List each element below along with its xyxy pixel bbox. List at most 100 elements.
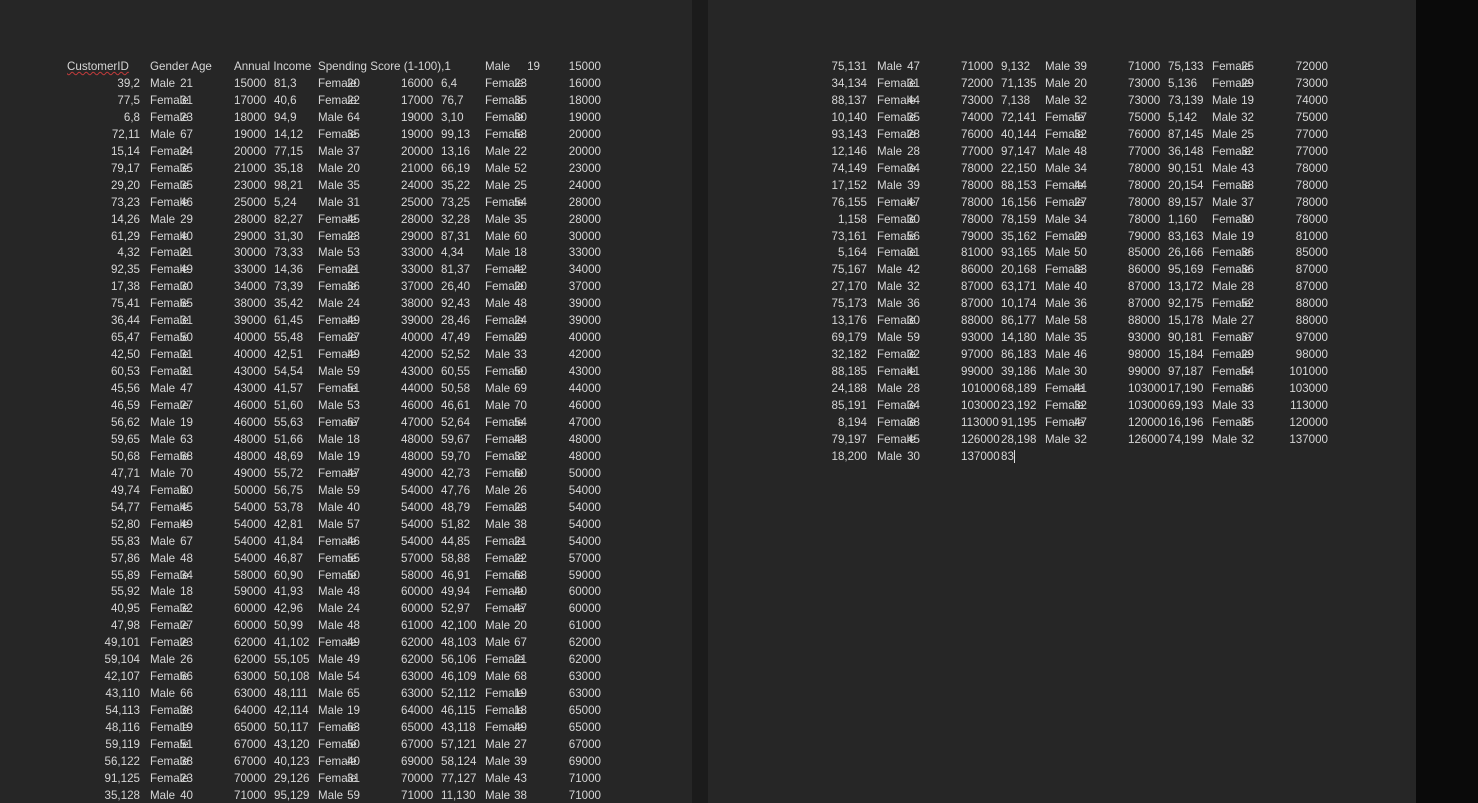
data-cell: 48000 xyxy=(568,432,601,446)
data-cell: 69,179 xyxy=(831,331,867,345)
data-cell: 88000 xyxy=(1295,297,1328,311)
data-cell: 85000 xyxy=(1128,246,1161,260)
data-cell: 28 xyxy=(907,382,920,396)
data-cell: 32 xyxy=(1074,127,1087,141)
data-cell: 40 xyxy=(347,754,360,768)
data-cell: 113000 xyxy=(1290,399,1328,412)
data-cell: 29 xyxy=(1241,348,1254,362)
data-cell: 42000 xyxy=(568,348,601,362)
data-cell: 53 xyxy=(347,246,360,260)
data-cell: Male xyxy=(150,653,176,667)
data-row: 54,77 Female 45 54000 53,78 Male 40 54000 48,79 F… xyxy=(0,499,640,516)
data-cell: Male xyxy=(318,517,344,531)
data-cell: 28 xyxy=(1241,280,1254,294)
data-cell: 50 xyxy=(1074,246,1087,260)
data-cell: 43,120 xyxy=(274,738,310,751)
data-cell: Male xyxy=(1045,280,1071,294)
data-cell: 72,141 xyxy=(1001,110,1037,124)
data-cell: 60,55 xyxy=(441,365,471,379)
data-cell: 30 xyxy=(180,280,193,294)
data-cell: 40,144 xyxy=(1001,127,1037,141)
data-cell: 70000 xyxy=(234,771,267,785)
data-cell: 48 xyxy=(1074,144,1087,158)
data-cell: 17000 xyxy=(234,93,267,107)
data-cell: Male xyxy=(150,585,176,599)
data-cell: 60000 xyxy=(401,585,434,599)
data-cell: Male xyxy=(150,788,176,802)
data-row: 24,188 Male 28 101000 68,189 Female 41 103000 17… xyxy=(727,380,1367,397)
data-cell: 40000 xyxy=(234,348,267,362)
data-cell: 92,35 xyxy=(110,263,140,277)
data-cell: 41,93 xyxy=(274,585,304,599)
data-cell: 53,78 xyxy=(274,500,304,514)
data-cell: 48,79 xyxy=(441,500,471,514)
data-cell: 77000 xyxy=(961,144,994,158)
data-cell: 46000 xyxy=(234,415,267,429)
data-cell: 24 xyxy=(180,144,193,158)
data-row: 76,155 Female 47 78000 16,156 Female 27 78000 89… xyxy=(727,194,1367,211)
data-cell: 48,116 xyxy=(105,721,140,735)
data-cell: 32 xyxy=(1241,432,1254,446)
data-cell: Male xyxy=(877,382,903,396)
data-cell: 34 xyxy=(1074,212,1087,226)
data-cell: 95,129 xyxy=(274,788,310,802)
data-cell: 59000 xyxy=(568,568,601,582)
data-cell: 38 xyxy=(180,754,193,768)
data-cell: 73,161 xyxy=(831,229,867,243)
data-cell: Male xyxy=(1045,246,1071,260)
data-cell: 21 xyxy=(514,534,527,548)
document-page-1[interactable]: CustomerID Gender Age Annual Income Spendin… xyxy=(0,0,692,803)
data-cell: 41 xyxy=(1074,382,1087,396)
data-cell: Male xyxy=(150,534,176,548)
data-row: 40,95 Female 32 60000 42,96 Male 24 60000 52,97 F… xyxy=(0,600,640,617)
data-row: 4,32 Female 21 30000 73,33 Male 53 33000 4,34 Mal… xyxy=(0,244,640,261)
data-cell: 29 xyxy=(1241,76,1254,90)
data-cell: 3,10 xyxy=(441,110,464,124)
data-cell: 41,84 xyxy=(274,534,304,548)
data-cell: 73,23 xyxy=(110,195,140,209)
data-cell: 42,81 xyxy=(274,517,304,531)
data-cell: 38 xyxy=(907,415,920,429)
data-row: 39,2 Male 21 15000 81,3 Female 20 16000 6,4 Femal… xyxy=(0,75,640,92)
data-cell: 27 xyxy=(180,619,193,633)
data-cell: 27 xyxy=(180,399,193,412)
data-cell: 78000 xyxy=(961,195,994,209)
data-cell: 71000 xyxy=(568,771,601,785)
data-cell: 31 xyxy=(180,348,193,362)
data-cell: 81,37 xyxy=(441,263,471,277)
document-page-2[interactable]: 75,131 Male 47 71000 9,132 Male 39 71000 75,133 F… xyxy=(708,0,1416,803)
data-row: 93,143 Female 28 76000 40,144 Female 32 76000 87… xyxy=(727,126,1367,143)
data-cell: 48000 xyxy=(234,432,267,446)
data-cell: 28 xyxy=(907,127,920,141)
data-cell: Male xyxy=(150,551,176,565)
data-cell: 49 xyxy=(347,314,360,328)
data-cell: 74,149 xyxy=(831,161,867,175)
data-row: 52,80 Female 49 54000 42,81 Male 57 54000 51,82 M… xyxy=(0,516,640,533)
data-cell: Male xyxy=(485,788,511,802)
data-cell: 54,54 xyxy=(274,365,304,379)
data-cell: 78000 xyxy=(961,212,994,226)
data-cell: 13,172 xyxy=(1168,280,1204,294)
data-cell: 25000 xyxy=(401,195,434,209)
data-cell: 50000 xyxy=(234,483,267,497)
data-cell: 74000 xyxy=(1295,93,1328,107)
data-cell: Male xyxy=(1045,365,1071,379)
data-cell: 45 xyxy=(180,500,193,514)
data-cell: 40000 xyxy=(568,331,601,345)
data-cell: 37000 xyxy=(401,280,434,294)
data-cell: 19 xyxy=(1241,229,1254,243)
data-cell: 23 xyxy=(514,500,527,514)
data-cell: 35 xyxy=(347,178,360,192)
data-row: 46,59 Female 27 46000 51,60 Male 53 46000 46,61 M… xyxy=(0,397,640,414)
data-cell: Male xyxy=(1212,399,1238,412)
data-cell: 26 xyxy=(514,483,527,497)
data-cell: 21 xyxy=(347,263,360,277)
data-cell: 60000 xyxy=(401,602,434,616)
data-cell: 35,18 xyxy=(274,161,304,175)
data-cell: 6,4 xyxy=(441,76,458,90)
data-row: 42,107 Female 66 63000 50,108 Male 54 63000 46,1… xyxy=(0,668,640,685)
data-cell: 137000 xyxy=(1289,432,1328,446)
data-cell: 93,143 xyxy=(831,127,867,141)
data-cell: Male xyxy=(150,382,176,396)
data-row: 65,47 Female 50 40000 55,48 Female 27 40000 47,4… xyxy=(0,329,640,346)
